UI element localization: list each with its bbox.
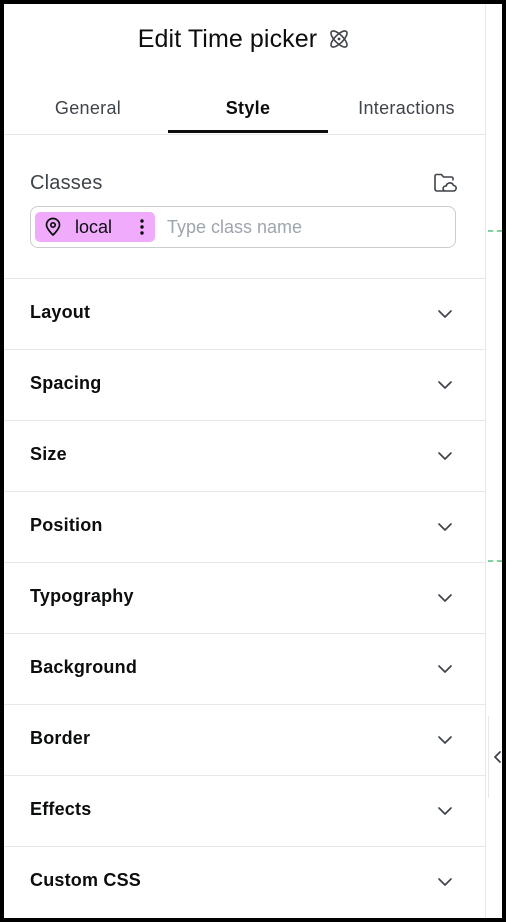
chevron-down-icon (438, 807, 452, 815)
chevron-down-icon (438, 665, 452, 673)
section-position[interactable]: Position (4, 491, 485, 562)
section-custom-css[interactable]: Custom CSS (4, 846, 485, 917)
chevron-down-icon (438, 310, 452, 318)
panel-title: Edit Time picker (137, 24, 318, 53)
map-pin-icon (45, 217, 61, 236)
chevron-down-icon (438, 594, 452, 602)
section-border[interactable]: Border (4, 704, 485, 775)
more-vertical-icon (140, 219, 144, 235)
class-name-input[interactable] (167, 213, 447, 241)
tab-general[interactable]: General (8, 84, 168, 132)
section-label: Background (30, 657, 138, 677)
chevron-left-icon (494, 751, 501, 763)
tab-style[interactable]: Style (168, 84, 328, 133)
atom-icon (330, 30, 349, 48)
canvas-guide-line (488, 230, 502, 232)
section-spacing[interactable]: Spacing (4, 349, 485, 420)
manage-classes-button[interactable] (432, 170, 458, 196)
style-panel: Edit Time picker General Style Interacti… (4, 4, 486, 918)
section-label: Position (30, 515, 103, 535)
panel-header: Edit Time picker (4, 4, 485, 74)
section-background[interactable]: Background (4, 633, 485, 704)
section-label: Border (30, 728, 91, 748)
section-label: Spacing (30, 373, 102, 393)
classes-label: Classes (30, 172, 103, 194)
section-layout[interactable]: Layout (4, 278, 485, 349)
chevron-down-icon (438, 523, 452, 531)
class-chip-local[interactable]: local (35, 212, 155, 242)
section-label: Size (30, 444, 67, 464)
canvas-guide-line (488, 560, 502, 562)
tab-bar: General Style Interactions (4, 84, 485, 135)
tab-interactions[interactable]: Interactions (328, 84, 485, 132)
section-size[interactable]: Size (4, 420, 485, 491)
section-effects[interactable]: Effects (4, 775, 485, 846)
chevron-down-icon (438, 381, 452, 389)
collapse-panel-handle[interactable] (488, 716, 502, 798)
section-typography[interactable]: Typography (4, 562, 485, 633)
chevron-down-icon (438, 878, 452, 886)
editor-window: Edit Time picker General Style Interacti… (0, 0, 506, 922)
class-selector-field[interactable]: local (30, 206, 456, 248)
chip-menu-button[interactable] (135, 216, 149, 238)
chevron-down-icon (438, 452, 452, 460)
section-label: Custom CSS (30, 870, 142, 890)
chevron-down-icon (438, 736, 452, 744)
section-label: Effects (30, 799, 92, 819)
section-label: Typography (30, 586, 134, 606)
folder-cloud-icon (434, 173, 457, 192)
section-label: Layout (30, 302, 91, 322)
class-chip-label: local (75, 217, 113, 237)
